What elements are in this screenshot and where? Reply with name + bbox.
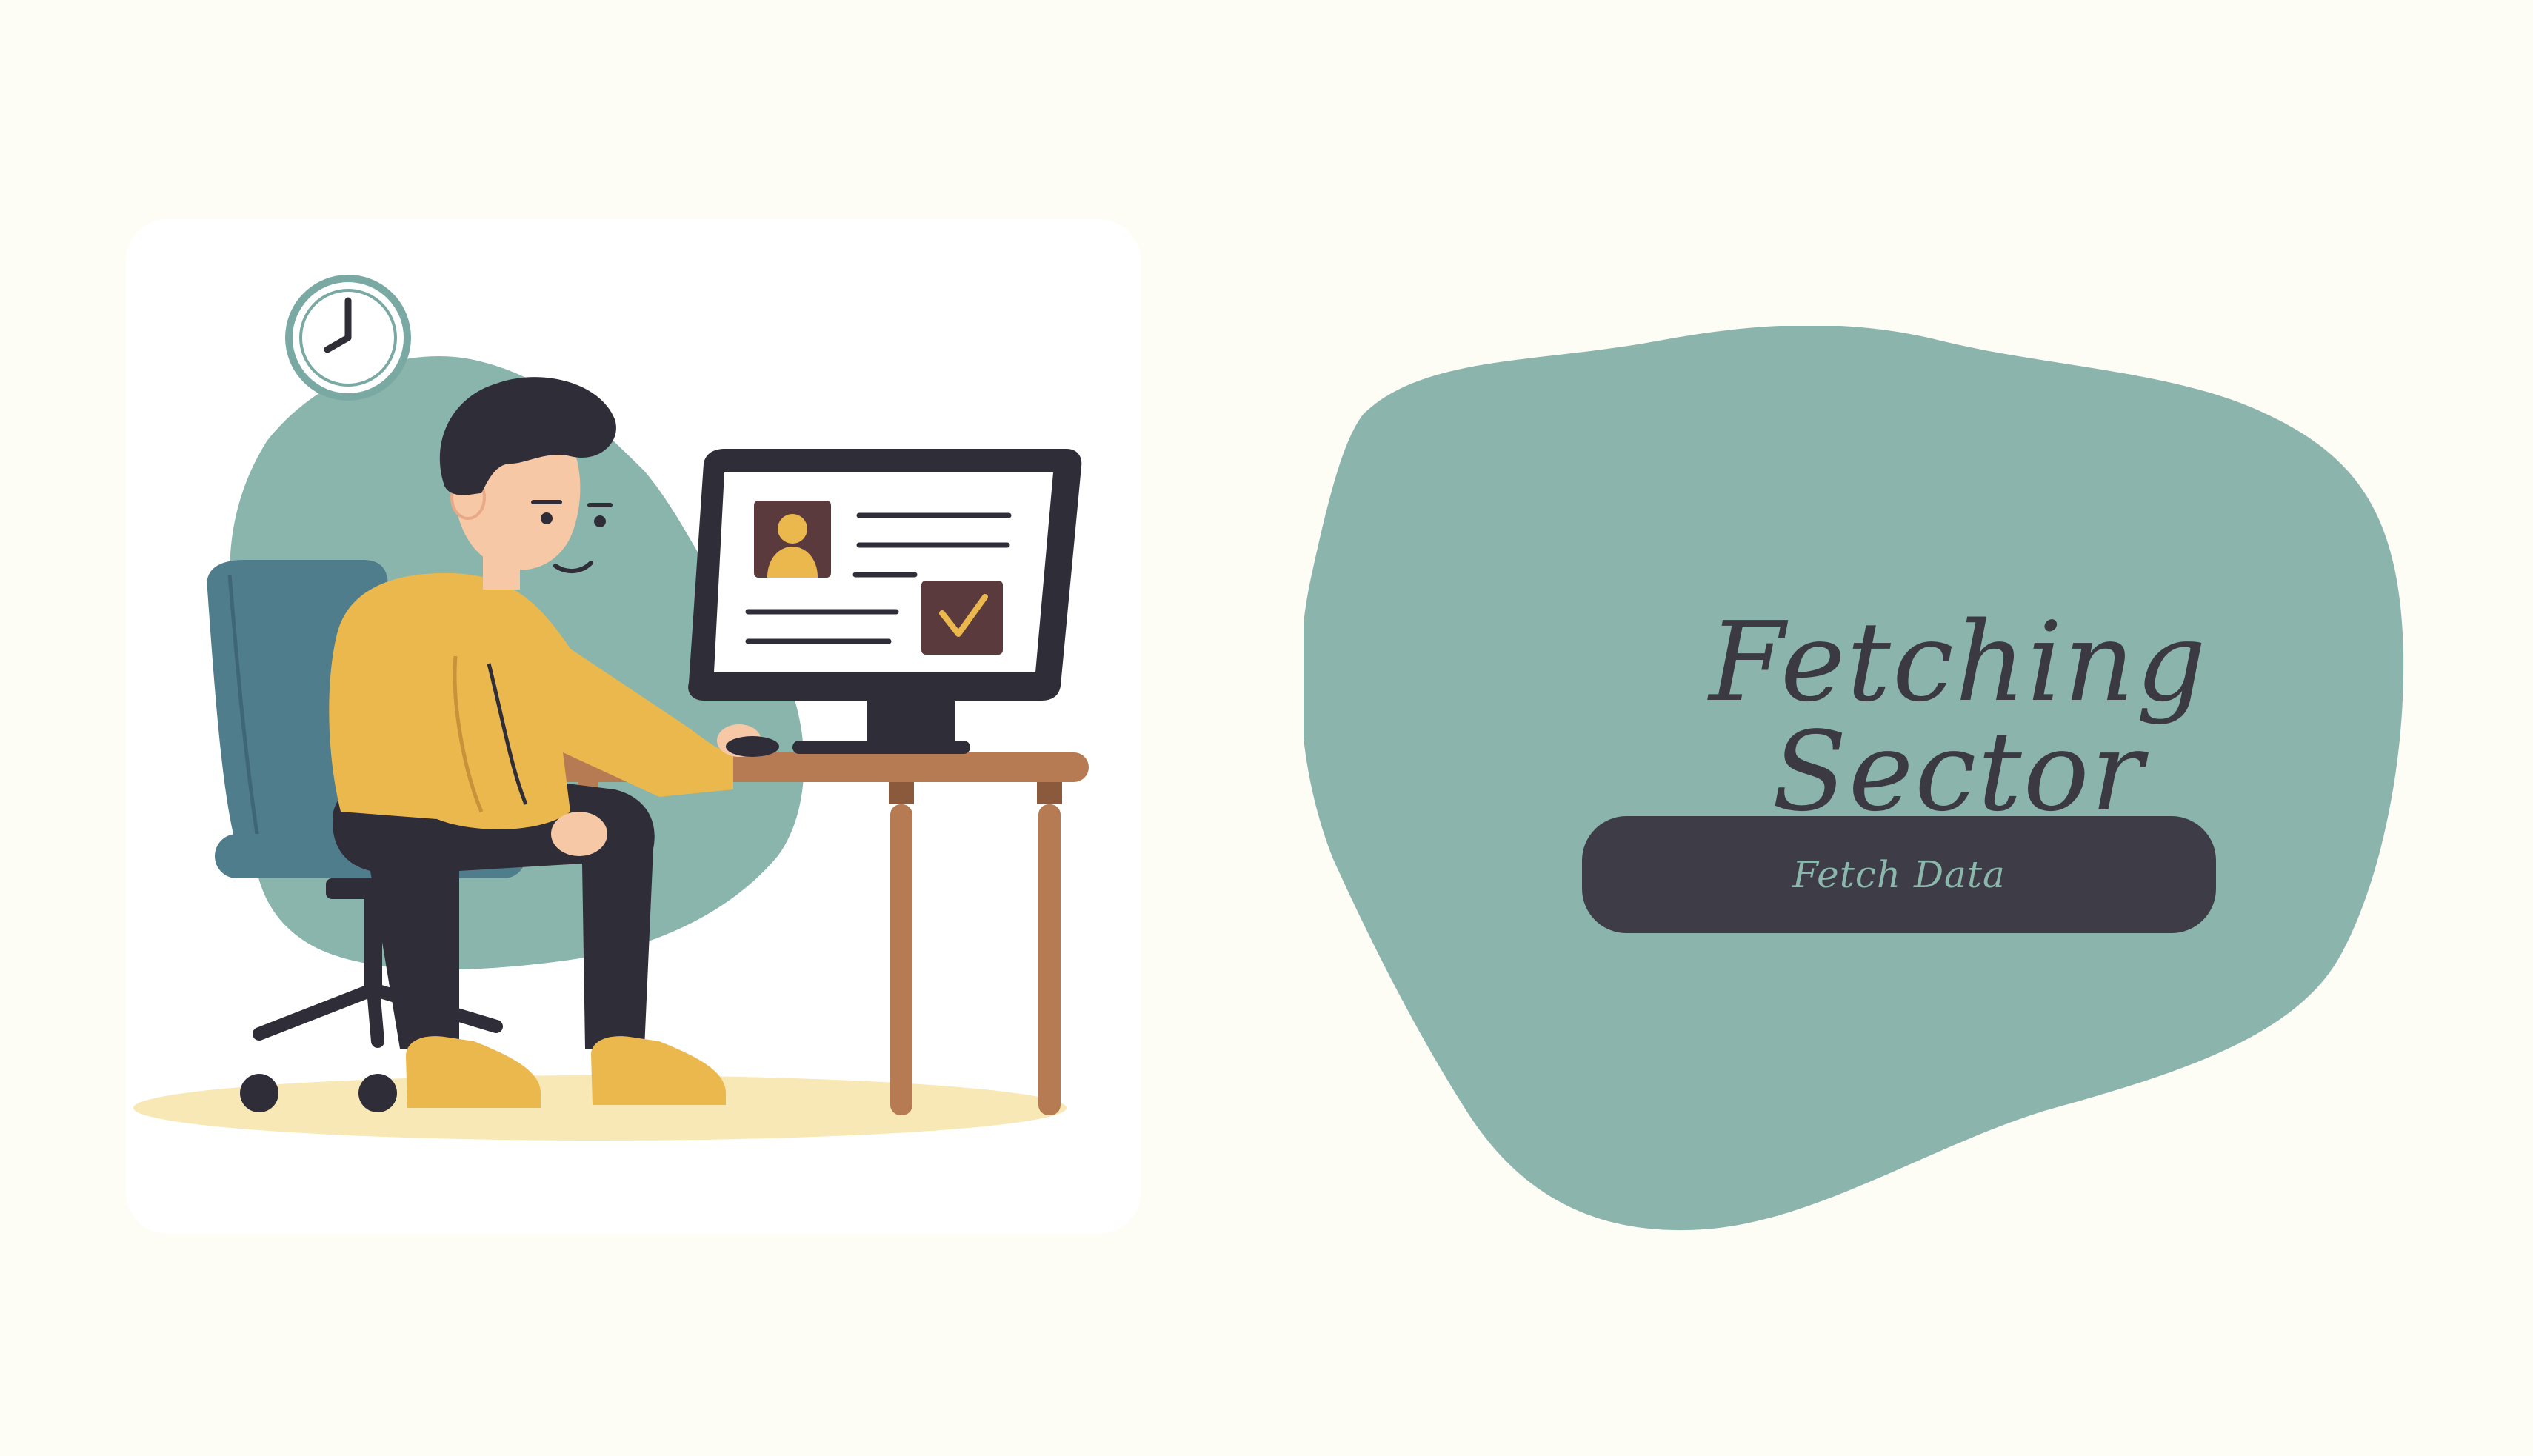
eye-right [594, 515, 606, 527]
clock-icon [285, 275, 411, 401]
shoe-right [591, 1036, 726, 1105]
checkmark-icon [921, 581, 1003, 655]
computer-mouse [726, 736, 779, 757]
fetch-data-button[interactable]: Fetch Data [1582, 816, 2216, 933]
person-at-computer-illustration [133, 275, 1089, 1141]
hand-on-knee [551, 812, 607, 856]
eye-left [541, 512, 553, 524]
content-panel: Fetching Sector Fetch Data [1304, 326, 2414, 1244]
illustration-card [126, 219, 1141, 1234]
shoe-left [406, 1036, 541, 1108]
user-profile-icon [754, 501, 831, 578]
page-title: Fetching Sector [1709, 598, 2208, 835]
